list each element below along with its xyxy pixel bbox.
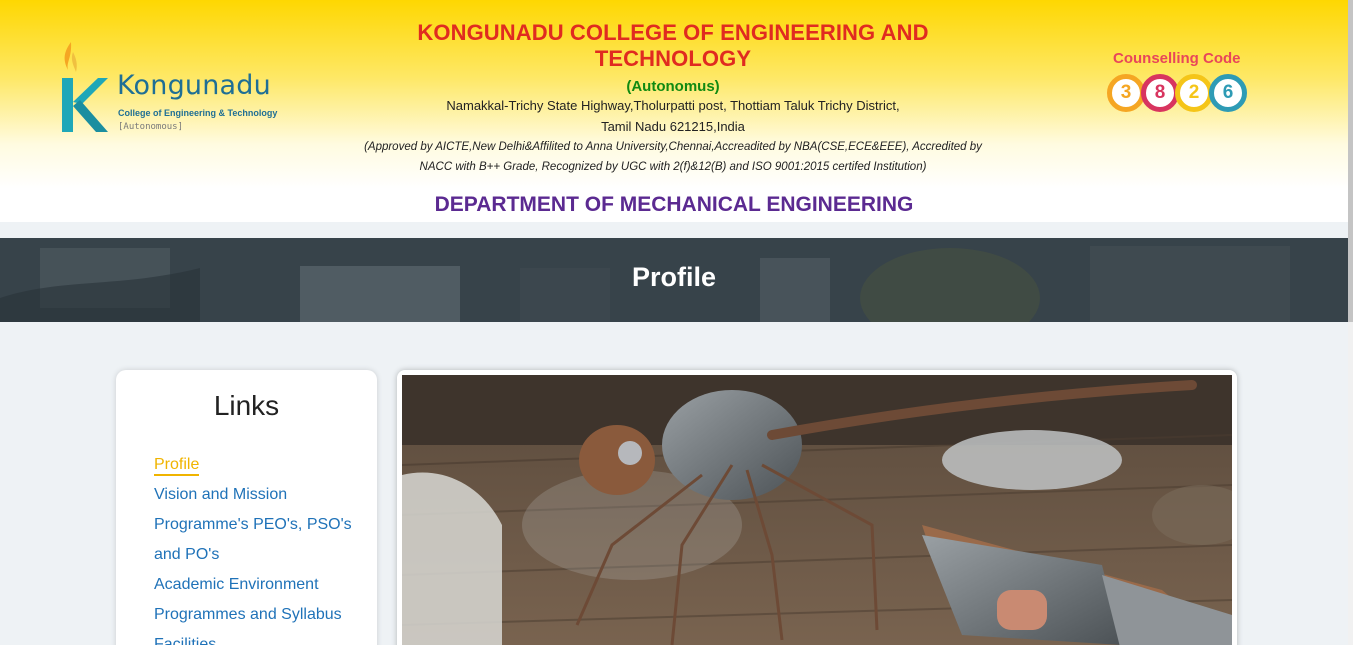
code-digit: 8 (1141, 74, 1179, 112)
counselling-code-digits: 3 8 2 6 (1107, 74, 1255, 114)
mechanical-insect-image (402, 375, 1232, 645)
counselling-code-label: Counselling Code (1113, 50, 1241, 67)
link-programmes-syllabus[interactable]: Programmes and Syllabus (154, 600, 364, 630)
link-facilities[interactable]: Facilities (154, 630, 364, 645)
banner-title: Profile (631, 262, 717, 292)
scrollbar-thumb[interactable] (1348, 0, 1353, 322)
address-line-2: Tamil Nadu 621215,India (601, 119, 745, 134)
college-title: KONGUNADU COLLEGE OF ENGINEERING AND TEC… (417, 20, 929, 71)
link-programme-peos[interactable]: Programme's PEO's, PSO's (154, 510, 364, 540)
approval-line-1: (Approved by AICTE,New Delhi&Affilited t… (364, 141, 982, 153)
page-banner: Profile (0, 238, 1348, 322)
link-vision-mission[interactable]: Vision and Mission (154, 480, 364, 510)
autonomous-label: (Autonomus) (626, 78, 720, 95)
college-logo[interactable]: Kongunadu College of Engineering & Techn… (58, 40, 298, 140)
link-academic-environment[interactable]: Academic Environment (154, 570, 364, 600)
approval-line-2: NACC with B++ Grade, Recognized by UGC w… (419, 161, 927, 173)
feature-image-panel (397, 370, 1237, 645)
logo-autonomous-tag: [Autonomous] (118, 122, 184, 132)
flame-k-logo-icon (62, 42, 108, 132)
department-title: DEPARTMENT OF MECHANICAL ENGINEERING (434, 193, 914, 216)
links-list: Profile Vision and Mission Programme's P… (154, 450, 364, 645)
counselling-code: Counselling Code 3 8 2 6 (1103, 50, 1253, 114)
logo-name: Kongunadu (117, 70, 271, 101)
college-info: KONGUNADU COLLEGE OF ENGINEERING AND TEC… (360, 20, 986, 177)
address-line-1: Namakkal-Trichy State Highway,Tholurpatt… (446, 98, 900, 113)
links-title: Links (213, 390, 280, 421)
site-header: Kongunadu College of Engineering & Techn… (0, 0, 1353, 222)
logo-subtitle: College of Engineering & Technology (118, 108, 278, 118)
code-digit: 3 (1107, 74, 1145, 112)
code-digit: 6 (1209, 74, 1247, 112)
code-digit: 2 (1175, 74, 1213, 112)
links-panel: Links Profile Vision and Mission Program… (116, 370, 377, 645)
link-profile[interactable]: Profile (154, 450, 364, 480)
link-programme-peos-cont[interactable]: and PO's (154, 540, 364, 570)
